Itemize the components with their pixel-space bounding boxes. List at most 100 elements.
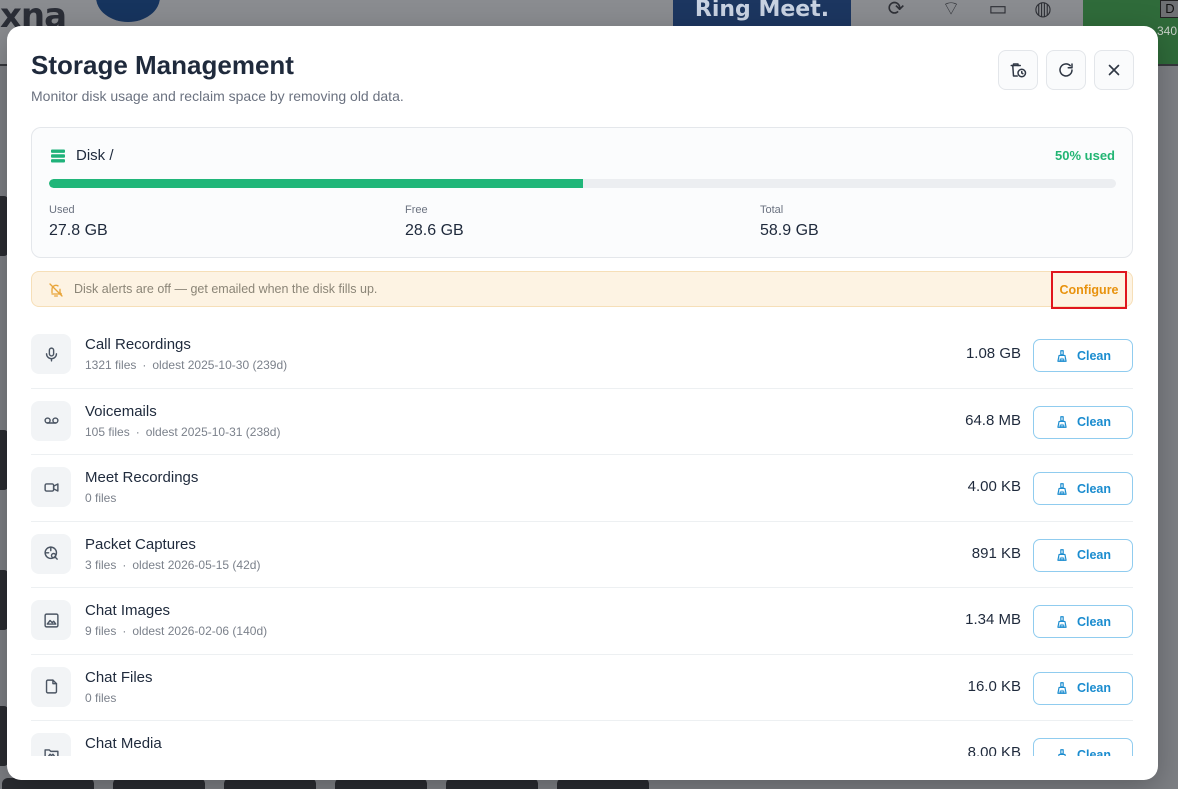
stat-used-label: Used [49,204,75,216]
clock-trash-icon [1010,63,1027,78]
close-button[interactable] [1094,50,1134,90]
row-name: Chat Media [85,735,162,752]
storage-row: Chat Files 0 files 16.0 KB Clean [31,655,1133,721]
stat-total-label: Total [760,204,784,216]
row-size: 4.00 KB [967,478,1021,495]
row-icon-box [31,400,71,441]
image-icon [43,612,59,628]
video-camera-icon [43,482,59,492]
storage-row: Meet Recordings 0 files 4.00 KB Clean [31,455,1133,522]
broom-icon [1057,615,1067,628]
clean-label: Clean [1076,614,1112,629]
row-meta: 1321 files · oldest 2025-10-30 (239d) [85,358,287,372]
disk-usage-bar-fill [49,179,583,188]
stat-free-label: Free [405,204,428,216]
row-file-count: 105 files [85,424,130,439]
row-file-count: 0 files [85,491,117,505]
user-badge[interactable]: D [1160,0,1178,18]
stat-used: Used 27.8 GB [49,204,108,240]
configure-alerts-button[interactable]: Configure [1051,271,1127,309]
wifi-icon[interactable]: ⌔ [937,0,965,20]
row-name: Chat Images [85,602,171,619]
row-oldest: oldest 2026-02-06 (140d) [132,624,268,638]
row-meta: 0 files [85,691,116,705]
stat-total-value: 58.9 GB [760,222,819,239]
clean-button[interactable]: Clean [1033,671,1133,705]
row-oldest: oldest 2026-05-15 (42d) [132,557,261,572]
clean-label: Clean [1076,548,1112,562]
row-name: Call Recordings [85,336,191,353]
sync-icon[interactable]: ⟳ [882,0,910,20]
row-meta: 105 files · oldest 2025-10-31 (238d) [85,425,280,439]
refresh-icon [1059,63,1073,77]
disk-header: Disk / [50,147,114,164]
brand-banner[interactable]: Ring Meet. [673,0,851,26]
row-icon-box [31,600,71,640]
broom-icon [1057,416,1067,428]
row-meta: 3 files · oldest 2026-05-15 (42d) [85,558,260,572]
voicemail-icon [43,417,59,424]
row-icon-box [31,334,71,374]
schedule-cleanup-button[interactable] [998,50,1038,90]
dialog-subtitle: Monitor disk usage and reclaim space by … [31,88,404,104]
row-icon-box [31,533,71,574]
row-icon-box [31,733,71,756]
row-file-count: 9 files [85,624,117,638]
bell-off-icon [49,283,63,297]
row-oldest: oldest 2025-10-30 (239d) [152,358,288,372]
broom-icon [1057,682,1067,694]
disk-usage-bar [49,179,1116,188]
storage-row: Call Recordings 1321 files · oldest 2025-1… [31,322,1133,389]
row-meta: 0 files [85,491,116,505]
clean-button[interactable]: Clean [1033,339,1133,372]
meta-separator: · [122,624,127,638]
row-file-count: 1321 files [85,358,137,372]
storage-row: Chat Images 9 files · oldest 2026-02-06 (1… [31,588,1133,655]
clean-button[interactable]: Clean [1033,605,1133,638]
alert-message: Disk alerts are off — get emailed when t… [74,282,378,296]
row-icon-box [31,666,71,707]
clean-label: Clean [1076,747,1112,757]
storage-row: Voicemails 105 files · oldest 2025-10-31 (… [31,389,1133,455]
row-size: 8.00 KB [967,744,1021,756]
clean-button[interactable]: Clean [1033,538,1133,572]
row-size: 64.8 MB [965,411,1021,429]
clean-button[interactable]: Clean [1033,405,1133,439]
network-search-icon [43,546,58,560]
globe-icon[interactable]: ◍ [1029,0,1057,20]
microphone-icon [45,346,57,362]
clean-button[interactable]: Clean [1033,472,1133,505]
broom-icon [1057,349,1067,362]
disk-used-percent: 50% used [1055,148,1115,163]
stat-total: Total 58.9 GB [760,204,819,240]
storage-row: Packet Captures 3 files · oldest 2026-05-1… [31,522,1133,588]
meta-separator: · [142,358,147,372]
row-name: Meet Recordings [85,469,199,486]
row-size: 16.0 KB [967,677,1021,695]
broom-icon [1058,748,1066,756]
row-file-count: 3 files [85,557,117,572]
clean-label: Clean [1076,348,1112,363]
broom-icon [1057,549,1067,561]
disk-label: Disk / [76,147,114,164]
refresh-button[interactable] [1046,50,1086,90]
storage-category-list: Call Recordings 1321 files · oldest 2025-1… [31,322,1133,756]
file-icon [45,679,57,694]
stat-free-value: 28.6 GB [405,222,464,239]
stat-free: Free 28.6 GB [405,204,464,240]
row-name: Packet Captures [85,535,196,553]
row-oldest: oldest 2025-10-31 (238d) [145,424,281,439]
stat-used-value: 27.8 GB [49,222,108,239]
close-icon [1108,64,1120,76]
clean-button[interactable]: Clean [1033,738,1133,756]
storage-row: Chat Media 8.00 KB Clean [31,721,1133,756]
clean-label: Clean [1076,415,1112,429]
monitor-icon[interactable]: ▭ [984,0,1012,20]
broom-icon [1057,482,1067,495]
row-icon-box [31,467,71,507]
row-size: 1.08 GB [965,345,1021,362]
clean-label: Clean [1076,481,1112,496]
meta-separator: · [135,424,140,439]
row-name: Chat Files [85,668,153,686]
storage-management-dialog: Storage Management Monitor disk usage an… [7,26,1158,780]
